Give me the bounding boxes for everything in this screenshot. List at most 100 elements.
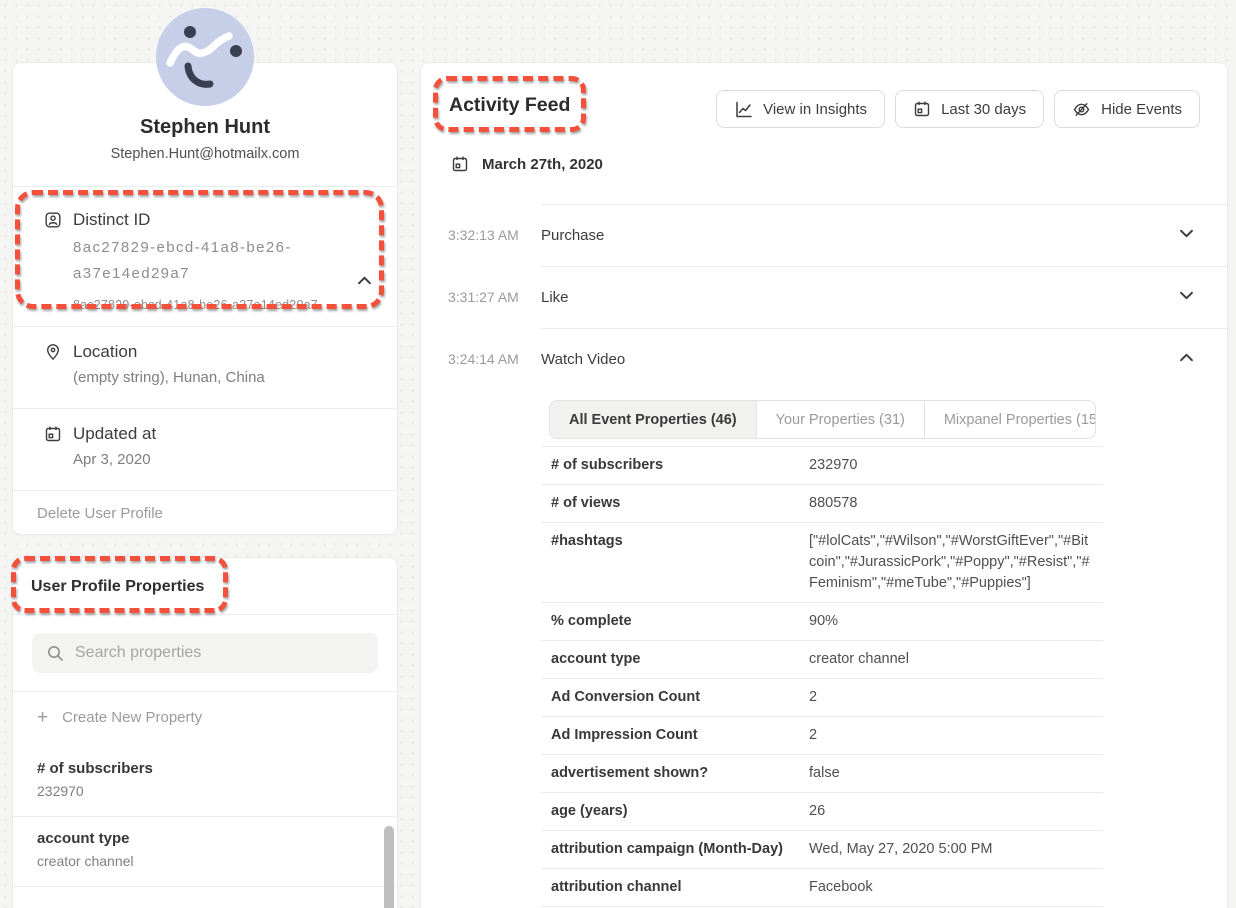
table-row: account type creator channel (541, 641, 1103, 679)
distinct-id-value: 8ac27829-ebcd-41a8-be26-a37e14ed29a7 (73, 235, 331, 287)
property-value: 2 (799, 717, 1103, 755)
profile-card: Stephen Hunt Stephen.Hunt@hotmailx.com D… (12, 62, 398, 535)
line-chart-icon (734, 100, 753, 119)
profile-name: Stephen Hunt (33, 115, 377, 139)
event-name: Purchase (541, 227, 604, 244)
table-row: advertisement shown? false (541, 755, 1103, 793)
calendar-icon (44, 425, 62, 443)
tab-mixpanel-properties[interactable]: Mixpanel Properties (15) (925, 401, 1096, 438)
id-badge-icon (44, 211, 62, 229)
activity-feed-title: Activity Feed (449, 94, 570, 117)
scrollbar-thumb[interactable] (384, 826, 394, 908)
event-row-purchase[interactable]: 3:32:13 AM Purchase (448, 204, 1227, 266)
create-new-property-button[interactable]: + Create New Property (13, 692, 397, 747)
date-range-button[interactable]: Last 30 days (895, 90, 1044, 128)
property-key: # of views (541, 485, 799, 523)
location-value: (empty string), Hunan, China (73, 368, 373, 387)
avatar (156, 8, 254, 106)
property-key: % complete (541, 603, 799, 641)
table-row: Ad Impression Count 2 (541, 717, 1103, 755)
distinct-id-section: Distinct ID 8ac27829-ebcd-41a8-be26-a37e… (13, 187, 397, 327)
property-name: # of subscribers (37, 759, 357, 779)
search-icon (46, 644, 64, 662)
view-in-insights-button[interactable]: View in Insights (716, 90, 885, 128)
table-row: age (years) 26 (541, 793, 1103, 831)
table-row: attribution channel Facebook (541, 869, 1103, 907)
property-value: 232970 (799, 447, 1103, 485)
event-properties-table: # of subscribers 232970 # of views 88057… (541, 446, 1103, 907)
property-value: ["#lolCats","#Wilson","#WorstGiftEver","… (799, 523, 1103, 603)
event-time: 3:32:13 AM (448, 227, 541, 243)
updated-at-section: Updated at Apr 3, 2020 (13, 409, 397, 491)
property-value: Facebook (799, 869, 1103, 907)
property-item-subscribers[interactable]: # of subscribers 232970 (13, 747, 397, 817)
property-key: # of subscribers (541, 447, 799, 485)
tab-all-event-properties[interactable]: All Event Properties (46) (550, 401, 757, 438)
property-value: creator channel (37, 852, 357, 870)
table-row: # of subscribers 232970 (541, 447, 1103, 485)
event-time: 3:24:14 AM (448, 351, 541, 367)
date-header: March 27th, 2020 (451, 155, 603, 173)
chevron-up-icon (358, 276, 371, 285)
property-value: 90% (799, 603, 1103, 641)
user-profile-properties-card: User Profile Properties + Create New Pro… (12, 557, 398, 908)
table-row: attribution campaign (Month-Day) Wed, Ma… (541, 831, 1103, 869)
property-value: creator channel (799, 641, 1103, 679)
properties-scrollbar[interactable] (384, 825, 394, 907)
property-key: advertisement shown? (541, 755, 799, 793)
chevron-down-icon (1180, 229, 1193, 238)
create-new-property-label: Create New Property (62, 709, 202, 726)
property-key: Ad Impression Count (541, 717, 799, 755)
table-row: Ad Conversion Count 2 (541, 679, 1103, 717)
activity-feed-card: Activity Feed View in Insights (420, 62, 1228, 908)
event-detail-panel: All Event Properties (46) Your Propertie… (541, 400, 1103, 907)
property-value: 232970 (37, 782, 357, 800)
search-properties-box[interactable] (32, 633, 378, 673)
property-value: Wed, May 27, 2020 5:00 PM (799, 831, 1103, 869)
property-key: attribution campaign (Month-Day) (541, 831, 799, 869)
calendar-icon (913, 100, 931, 118)
search-properties-input[interactable] (75, 644, 364, 662)
event-name: Watch Video (541, 351, 625, 368)
chevron-up-icon (1180, 353, 1193, 362)
chevron-down-icon (1180, 291, 1193, 300)
distinct-id-sub-value: 8ac27829-ebcd-41a8-be26-a37e14ed29a7 (73, 298, 373, 313)
updated-at-label: Updated at (73, 424, 156, 444)
property-key: age (years) (541, 793, 799, 831)
map-pin-icon (44, 343, 62, 361)
property-value: 880578 (799, 485, 1103, 523)
event-name: Like (541, 289, 569, 306)
event-row-like[interactable]: 3:31:27 AM Like (448, 266, 1227, 328)
view-in-insights-label: View in Insights (763, 101, 867, 118)
property-value: false (799, 755, 1103, 793)
hide-events-button[interactable]: Hide Events (1054, 90, 1200, 128)
event-time: 3:31:27 AM (448, 289, 541, 305)
events-list: 3:32:13 AM Purchase 3:31:27 AM Like 3:24… (448, 204, 1227, 907)
distinct-id-collapse-button[interactable] (358, 273, 371, 288)
profile-email: Stephen.Hunt@hotmailx.com (33, 145, 377, 163)
event-properties-tabs: All Event Properties (46) Your Propertie… (549, 400, 1096, 439)
property-key: #hashtags (541, 523, 799, 603)
calendar-icon (451, 155, 469, 173)
tab-your-properties[interactable]: Your Properties (31) (757, 401, 925, 438)
property-value: 2 (799, 679, 1103, 717)
table-row: #hashtags ["#lolCats","#Wilson","#WorstG… (541, 523, 1103, 603)
location-section: Location (empty string), Hunan, China (13, 327, 397, 409)
property-name: account type (37, 829, 357, 849)
eye-off-icon (1072, 100, 1091, 119)
hide-events-label: Hide Events (1101, 101, 1182, 118)
property-key: attribution channel (541, 869, 799, 907)
delete-user-profile-button[interactable]: Delete User Profile (13, 491, 397, 539)
event-row-watch-video[interactable]: 3:24:14 AM Watch Video (448, 328, 1227, 390)
date-range-label: Last 30 days (941, 101, 1026, 118)
property-key: account type (541, 641, 799, 679)
table-row: % complete 90% (541, 603, 1103, 641)
properties-header: User Profile Properties (13, 558, 397, 615)
updated-at-value: Apr 3, 2020 (73, 450, 373, 469)
plus-icon: + (37, 710, 48, 726)
property-key: Ad Conversion Count (541, 679, 799, 717)
property-value: 26 (799, 793, 1103, 831)
location-label: Location (73, 342, 137, 362)
property-item-account-type[interactable]: account type creator channel (13, 817, 397, 887)
properties-list: + Create New Property # of subscribers 2… (13, 691, 397, 887)
